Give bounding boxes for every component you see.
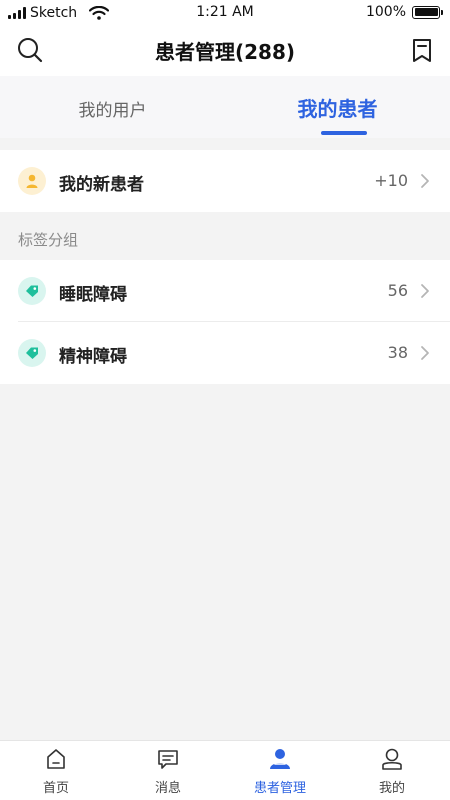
new-patients-row[interactable]: 我的新患者 +10 [0, 150, 450, 212]
row-label: 精神障碍 [59, 347, 127, 367]
active-tab-indicator [321, 131, 367, 135]
tab-label: 我的用户 [78, 101, 147, 121]
nav-label: 首页 [42, 781, 69, 796]
new-patients-card: 我的新患者 +10 [0, 150, 450, 212]
tab-label: 我的患者 [297, 97, 378, 121]
chevron-right-icon [421, 284, 429, 298]
status-bar: Sketch 1:21 AM 100% [0, 0, 450, 26]
tag-group-card: 睡眠障碍 56 精神障碍 38 [0, 260, 450, 384]
patient-icon [270, 749, 290, 769]
row-count: 56 [387, 281, 408, 300]
tag-row-sleep-disorder[interactable]: 睡眠障碍 56 [0, 260, 450, 322]
chevron-right-icon [421, 346, 429, 360]
row-count: +10 [374, 171, 408, 190]
status-right: 100% [365, 4, 443, 20]
nav-home[interactable]: 首页 [0, 741, 112, 800]
bottom-nav: 首页 消息 患者管理 我的 [0, 740, 450, 800]
page-title: 患者管理(288) [154, 40, 296, 64]
tab-bar: 我的用户 我的患者 [0, 76, 450, 138]
tab-my-users[interactable]: 我的用户 [0, 76, 225, 138]
nav-label: 我的 [378, 781, 405, 796]
nav-patient-management[interactable]: 患者管理 [224, 741, 336, 800]
row-count: 38 [387, 343, 408, 362]
tag-icon [18, 277, 46, 305]
row-label: 我的新患者 [59, 175, 144, 195]
section-label: 标签分组 [18, 231, 79, 249]
user-icon [18, 167, 46, 195]
home-icon [47, 749, 65, 769]
chevron-right-icon [421, 174, 429, 188]
tab-my-patients[interactable]: 我的患者 [225, 76, 450, 138]
nav-messages[interactable]: 消息 [112, 741, 224, 800]
message-icon [158, 750, 178, 769]
header: 患者管理(288) [0, 26, 450, 76]
battery-icon [412, 5, 443, 19]
tag-row-mental-disorder[interactable]: 精神障碍 38 [0, 322, 450, 384]
nav-label: 消息 [154, 781, 181, 796]
bookmark-icon[interactable] [408, 36, 436, 64]
tag-icon [18, 339, 46, 367]
row-label: 睡眠障碍 [59, 285, 127, 305]
nav-profile[interactable]: 我的 [336, 741, 448, 800]
nav-label: 患者管理 [253, 781, 306, 796]
battery-percent: 100% [365, 4, 406, 20]
profile-icon [382, 748, 402, 770]
